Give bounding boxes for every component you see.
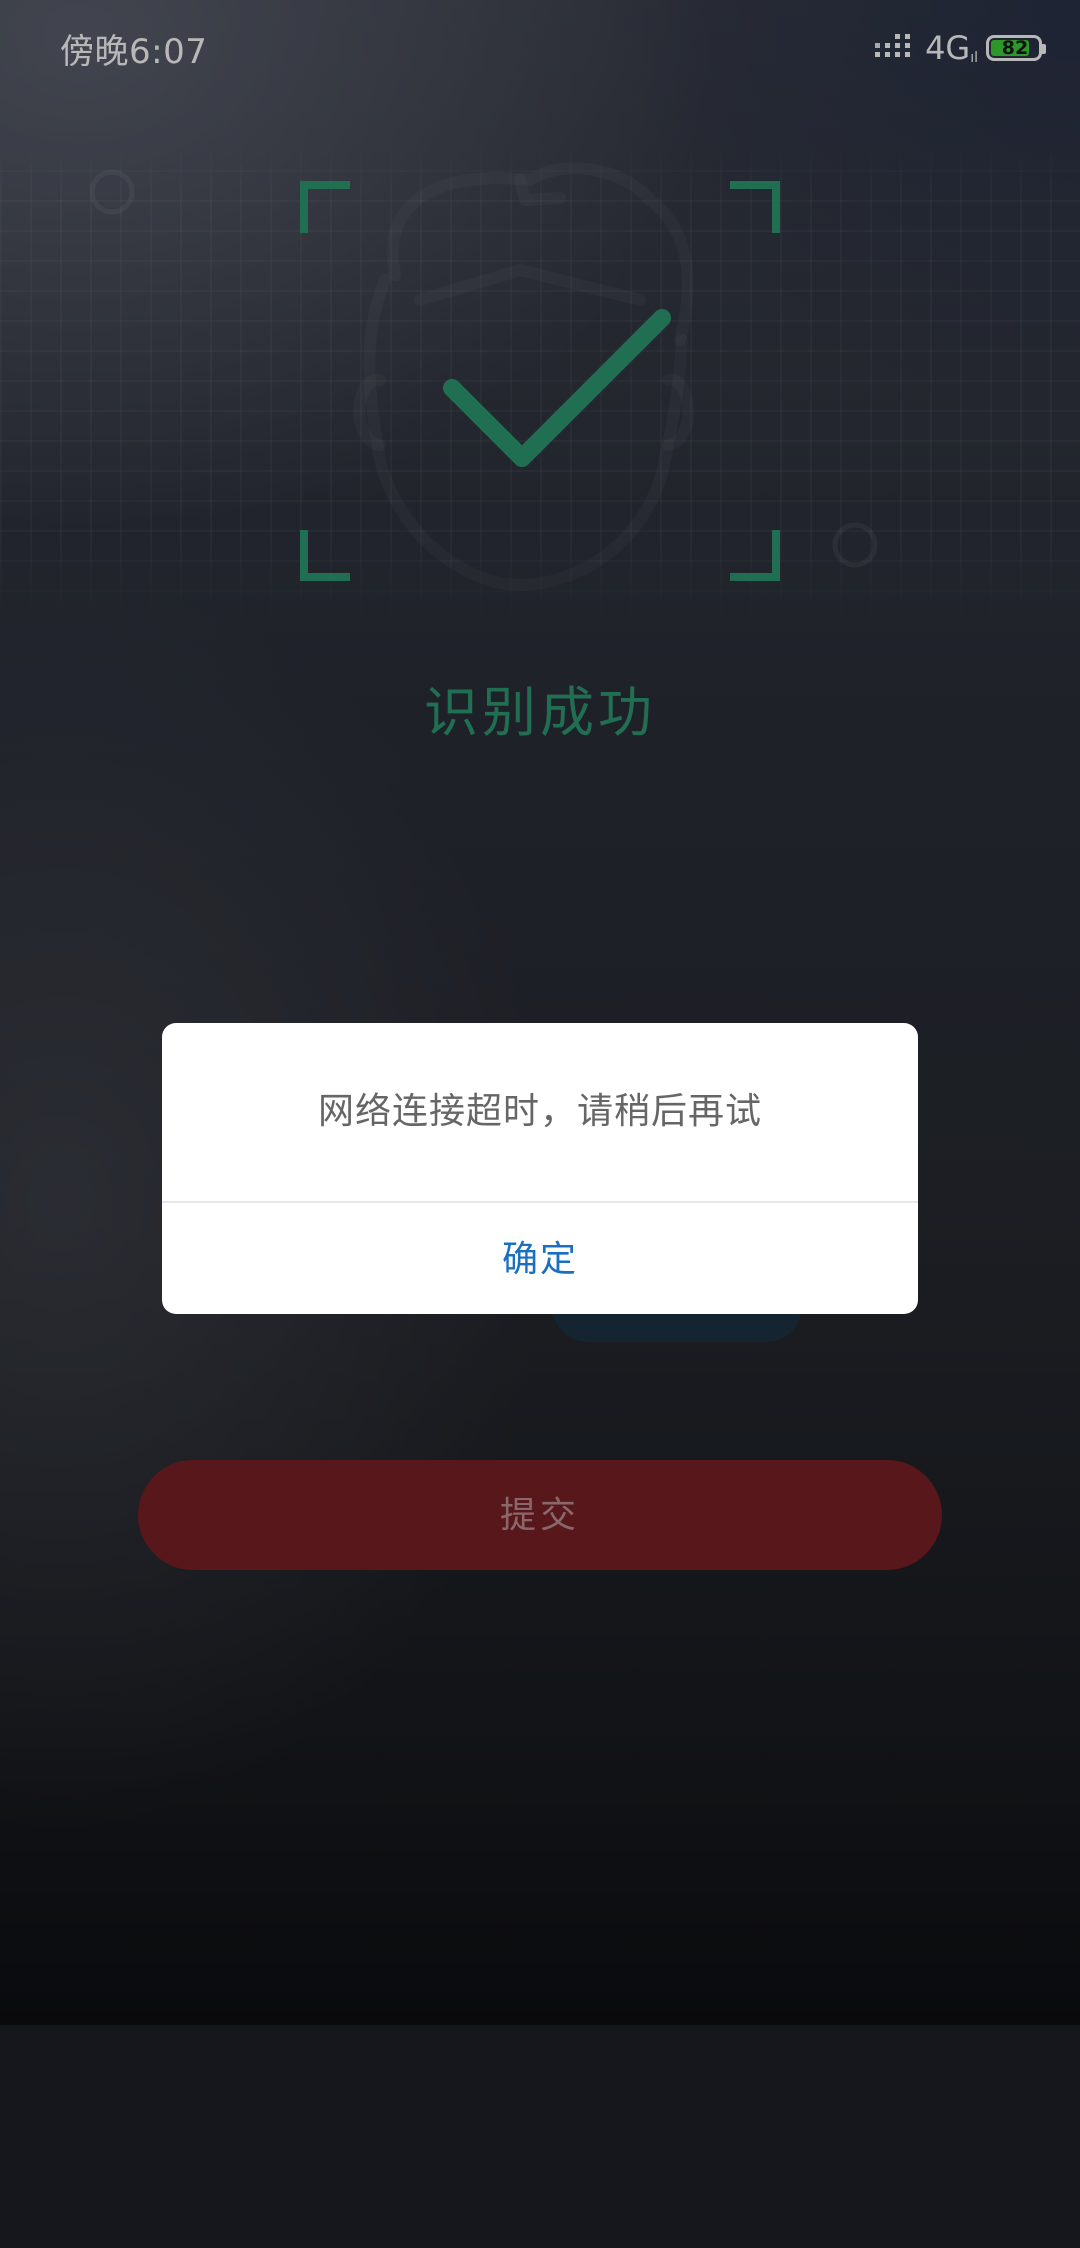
screen: 傍晚6:07 4G ıl 82 识别成功 提交 网络连接超时，请稍后再试 确定 (0, 0, 1080, 2248)
alert-dialog: 网络连接超时，请稍后再试 确定 (162, 1023, 918, 1314)
dialog-message: 网络连接超时，请稍后再试 (317, 1091, 762, 1132)
confirm-button[interactable]: 确定 (162, 1203, 918, 1314)
dialog-overlay[interactable] (0, 0, 1080, 2025)
bottom-area (0, 2025, 1080, 2248)
